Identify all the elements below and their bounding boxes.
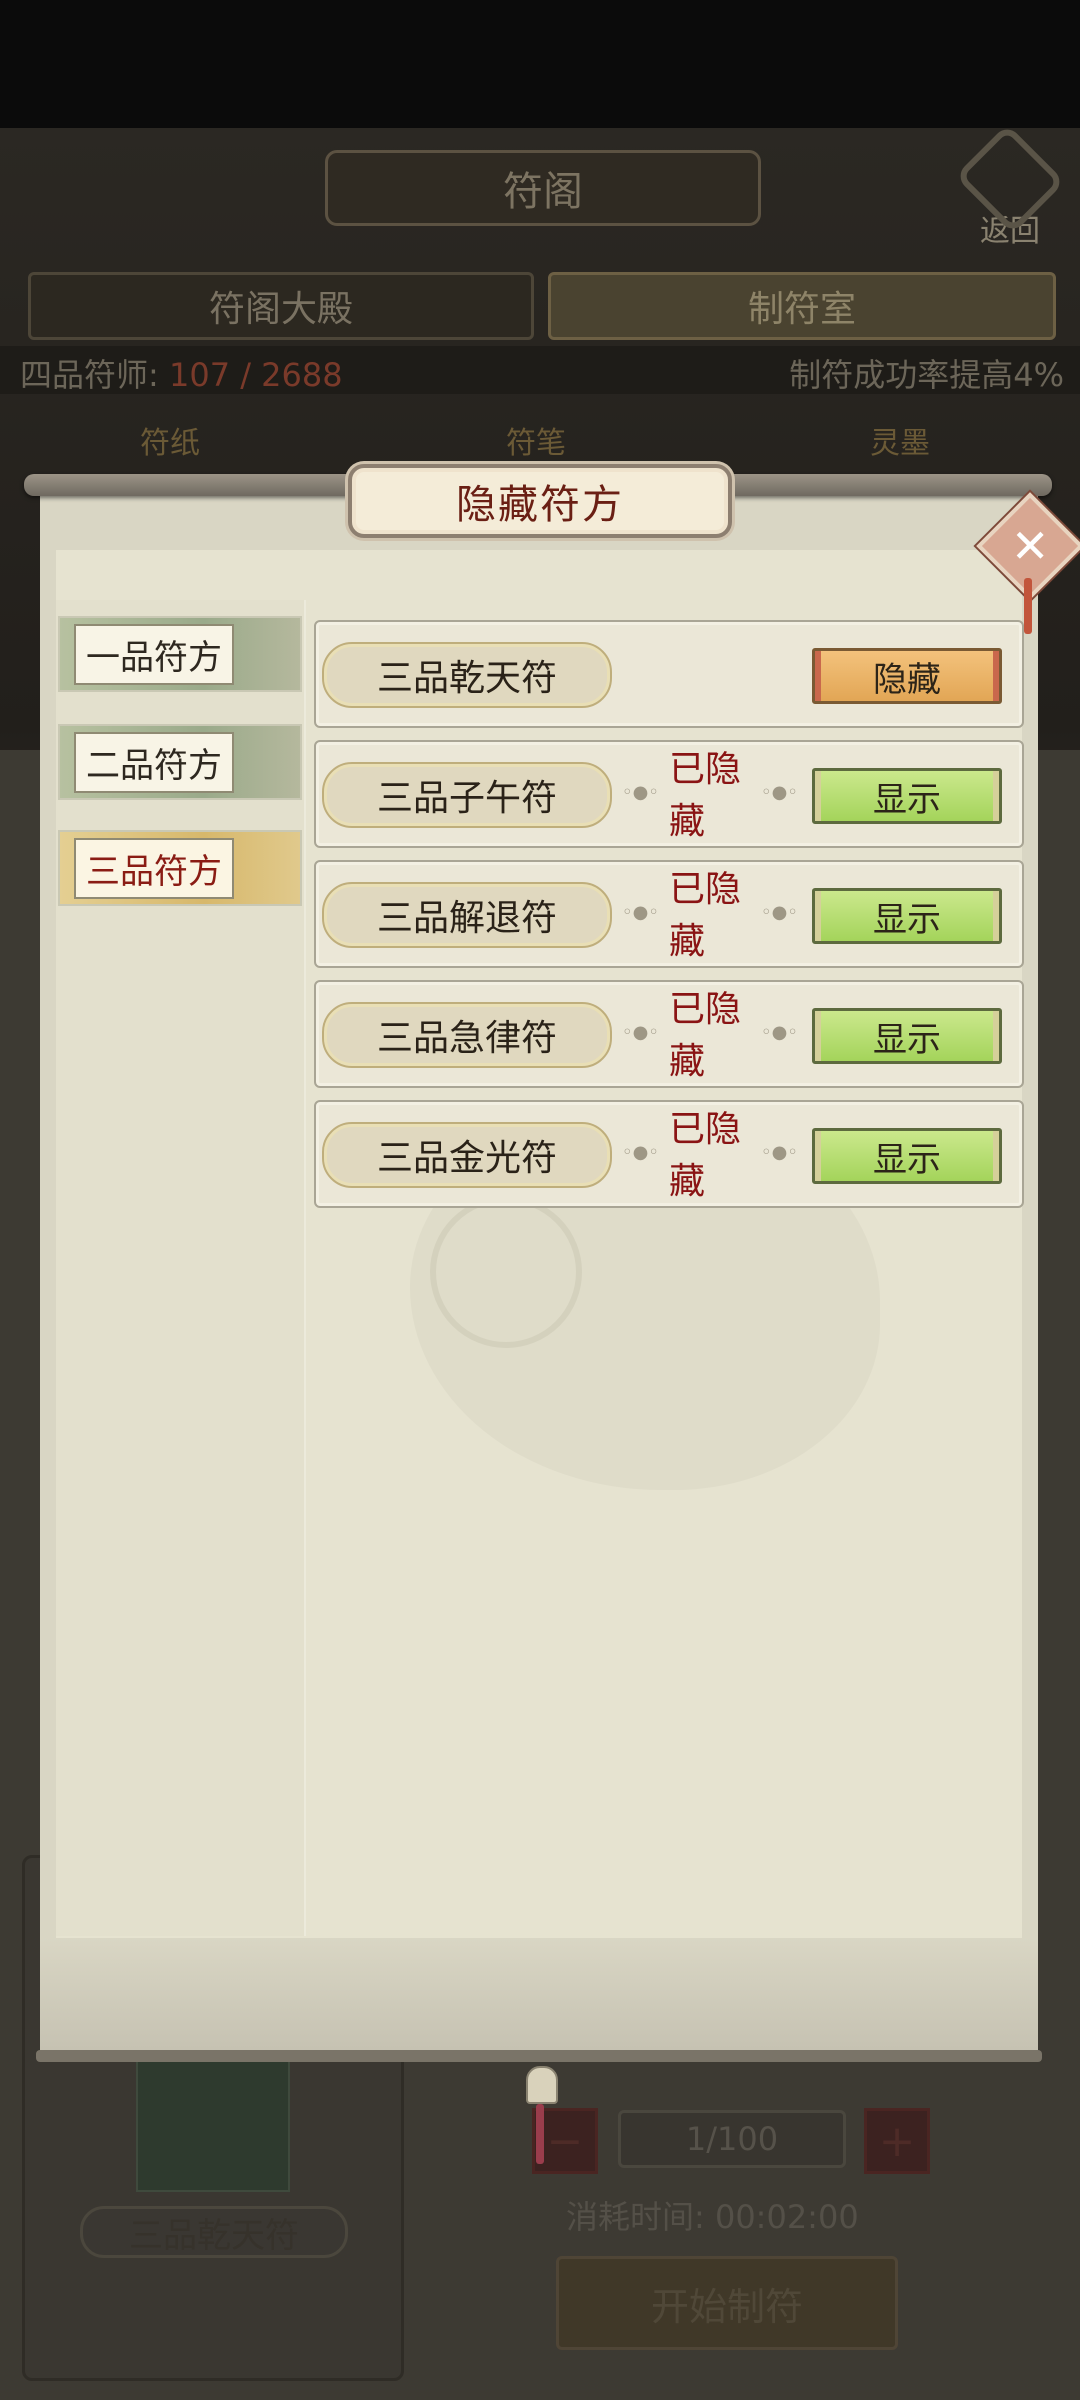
ornament-icon: ◦●◦	[622, 901, 659, 923]
category-paper: 符纸	[140, 426, 200, 461]
ornament-icon: ◦●◦	[622, 1021, 659, 1043]
tab-grade-1[interactable]: 一品符方	[58, 616, 302, 692]
plus-icon: +	[878, 2115, 916, 2167]
ornament-icon: ◦●◦	[761, 1021, 798, 1043]
recipe-name: 三品乾天符	[322, 642, 612, 708]
tab-label: 一品符方	[74, 623, 234, 685]
time-cost: 消耗时间: 00:02:00	[566, 2198, 859, 2236]
ornament-icon: ◦●◦	[761, 781, 798, 803]
show-button[interactable]: 显示	[812, 768, 1002, 824]
category-brush: 符笔	[506, 426, 566, 461]
tab-grade-2[interactable]: 二品符方	[58, 724, 302, 800]
modal-bottom-rod	[36, 2050, 1042, 2062]
back-icon	[954, 123, 1066, 235]
recipe-row: 三品解退符 ◦●◦ 已隐藏 ◦●◦ 显示	[314, 860, 1024, 968]
close-icon: ✕	[1010, 518, 1050, 573]
hidden-status: ◦●◦ 已隐藏 ◦●◦	[622, 1109, 798, 1202]
recipe-name: 三品子午符	[322, 762, 612, 828]
recipe-row: 三品急律符 ◦●◦ 已隐藏 ◦●◦ 显示	[314, 980, 1024, 1088]
start-crafting-button[interactable]: 开始制符	[556, 2256, 898, 2350]
show-button[interactable]: 显示	[812, 888, 1002, 944]
talisman-scroll-icon	[136, 2060, 290, 2192]
tab-label: 三品符方	[74, 837, 234, 899]
tab-main-hall[interactable]: 符阁大殿	[28, 272, 534, 340]
recipe-name: 三品解退符	[322, 882, 612, 948]
taiji-watermark-icon	[430, 1196, 582, 1348]
success-bonus: 制符成功率提高4%	[789, 356, 1064, 394]
selected-item-name: 三品乾天符	[80, 2206, 348, 2258]
tab-crafting-room[interactable]: 制符室	[548, 272, 1056, 340]
tab-label: 二品符方	[74, 731, 234, 793]
tassel-decoration	[1024, 578, 1032, 634]
bell-tassel-decoration	[536, 2104, 544, 2164]
minus-icon: −	[546, 2115, 584, 2167]
increase-button[interactable]: +	[864, 2108, 930, 2174]
recipe-row: 三品金光符 ◦●◦ 已隐藏 ◦●◦ 显示	[314, 1100, 1024, 1208]
category-column	[56, 600, 306, 1936]
rank-progress: 四品符师: 107 / 2688	[20, 356, 343, 394]
recipe-name: 三品急律符	[322, 1002, 612, 1068]
modal-bottom-decoration	[40, 1938, 1038, 2050]
recipe-name: 三品金光符	[322, 1122, 612, 1188]
hide-button[interactable]: 隐藏	[812, 648, 1002, 704]
ornament-icon: ◦●◦	[622, 781, 659, 803]
category-ink: 灵墨	[870, 426, 930, 461]
show-button[interactable]: 显示	[812, 1008, 1002, 1064]
hidden-status: ◦●◦ 已隐藏 ◦●◦	[622, 989, 798, 1082]
ornament-icon: ◦●◦	[761, 901, 798, 923]
quantity-field[interactable]: 1/100	[618, 2110, 846, 2168]
ornament-icon: ◦●◦	[622, 1141, 659, 1163]
recipe-row: 三品子午符 ◦●◦ 已隐藏 ◦●◦ 显示	[314, 740, 1024, 848]
recipe-row: 三品乾天符 隐藏	[314, 620, 1024, 728]
show-button[interactable]: 显示	[812, 1128, 1002, 1184]
modal-title: 隐藏符方	[348, 464, 732, 538]
hidden-status: ◦●◦ 已隐藏 ◦●◦	[622, 749, 798, 842]
bell-icon	[526, 2066, 558, 2104]
back-button[interactable]: 返回	[954, 123, 1066, 250]
ornament-icon: ◦●◦	[761, 1141, 798, 1163]
hidden-status: ◦●◦ 已隐藏 ◦●◦	[622, 869, 798, 962]
tab-grade-3[interactable]: 三品符方	[58, 830, 302, 906]
page-title: 符阁	[325, 150, 761, 226]
